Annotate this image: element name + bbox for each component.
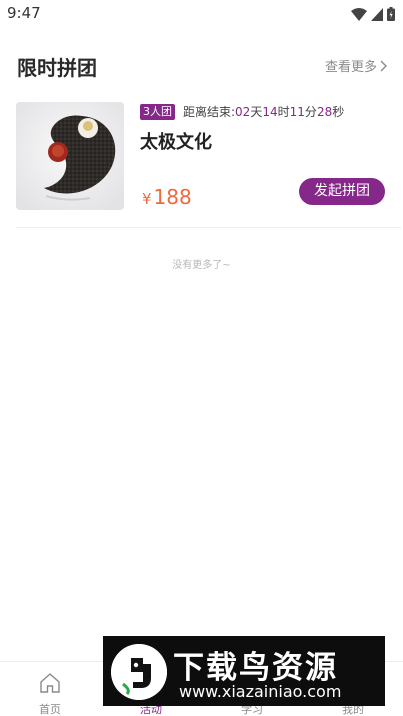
group-buy-card[interactable]: 3人团 距离结束: 02 天 14 时 11 分 28 秒 太极文化 ¥188 … [16, 102, 387, 212]
status-time: 9:47 [7, 4, 41, 22]
nav-item-home[interactable]: 首页 [0, 662, 100, 716]
watermark-banner: 下载鸟资源 www.xiazainiao.com [103, 636, 385, 706]
page-title: 限时拼团 [17, 56, 97, 80]
watermark-title: 下载鸟资源 [173, 650, 338, 686]
countdown-hours-unit: 时 [277, 105, 290, 119]
battery-icon [387, 7, 395, 21]
countdown-label: 距离结束: [183, 105, 236, 119]
section-header: 限时拼团 查看更多 [0, 44, 403, 88]
status-bar: 9:47 [0, 0, 403, 28]
product-title[interactable]: 太极文化 [140, 128, 212, 154]
nav-label-home: 首页 [39, 703, 61, 716]
watermark-url: www.xiazainiao.com [179, 682, 342, 701]
watermark-bird-logo [111, 644, 167, 700]
status-icons [351, 7, 395, 21]
card-body: 3人团 距离结束: 02 天 14 时 11 分 28 秒 太极文化 ¥188 … [140, 102, 387, 210]
wifi-icon [351, 7, 367, 21]
countdown-seconds: 28 [316, 104, 333, 119]
countdown-hours: 14 [262, 104, 278, 119]
app-screen: 9:47 限时拼团 查看更多 3人团 距离结束: 02 天 14 时 11 分 … [0, 0, 403, 716]
cell-signal-icon [371, 7, 383, 21]
home-icon [40, 673, 60, 693]
chevron-right-icon [380, 60, 387, 71]
product-price: ¥188 [142, 185, 192, 209]
price-value: 188 [153, 185, 192, 209]
meta-row: 3人团 距离结束: 02 天 14 时 11 分 28 秒 [140, 103, 344, 120]
countdown-seconds-unit: 秒 [332, 105, 345, 119]
divider [16, 227, 401, 228]
countdown-days-unit: 天 [250, 105, 263, 119]
countdown-days: 02 [235, 104, 251, 119]
view-more-label: 查看更多 [324, 60, 377, 75]
product-image[interactable] [16, 102, 124, 210]
list-end-text: 没有更多了~ [172, 260, 231, 271]
countdown-minutes: 11 [289, 104, 305, 119]
view-more-link[interactable]: 查看更多 [325, 56, 387, 75]
price-currency: ¥ [142, 190, 152, 208]
start-group-buy-button[interactable]: 发起拼团 [299, 178, 385, 205]
group-size-badge: 3人团 [140, 103, 175, 120]
countdown-minutes-unit: 分 [304, 105, 317, 119]
